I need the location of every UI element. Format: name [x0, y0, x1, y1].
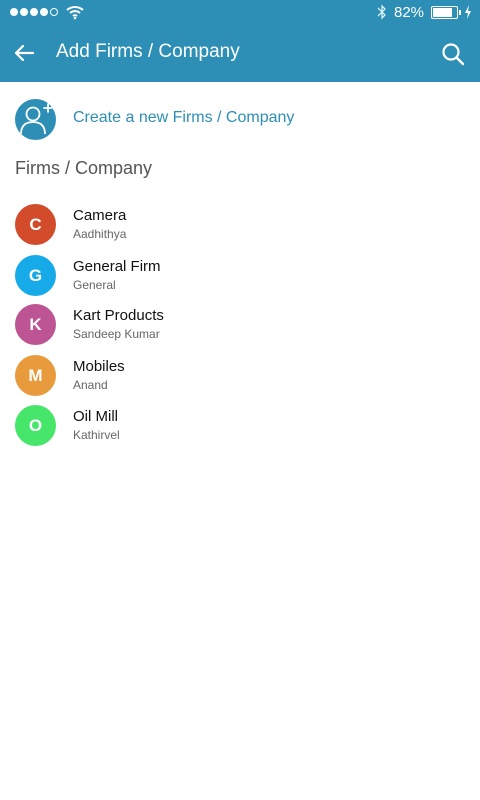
create-firm-button[interactable]: Create a new Firms / Company [0, 96, 480, 140]
firm-owner: Sandeep Kumar [73, 327, 160, 341]
list-item[interactable]: C Camera Aadhithya [0, 204, 480, 248]
battery-percent: 82% [394, 4, 425, 21]
battery-icon [431, 6, 461, 19]
avatar: K [15, 304, 56, 345]
arrow-left-icon [14, 44, 35, 62]
create-firm-label: Create a new Firms / Company [73, 109, 295, 126]
bluetooth-icon [377, 4, 386, 20]
signal-dots-icon [10, 8, 58, 16]
firm-owner: Aadhithya [73, 227, 127, 241]
avatar: G [15, 255, 56, 296]
firm-owner: Anand [73, 378, 108, 392]
firm-name: Kart Products [73, 307, 164, 324]
search-button[interactable] [438, 39, 468, 69]
list-item[interactable]: M Mobiles Anand [0, 355, 480, 399]
firm-name: Camera [73, 207, 127, 224]
page-title: Add Firms / Company [56, 41, 240, 62]
charging-bolt-icon [465, 5, 471, 19]
status-bar: 82% [0, 0, 480, 25]
list-item[interactable]: O Oil Mill Kathirvel [0, 405, 480, 449]
search-icon [442, 43, 465, 66]
firm-owner: Kathirvel [73, 428, 120, 442]
add-user-icon [15, 99, 56, 140]
firm-owner: General [73, 278, 116, 292]
avatar: O [15, 405, 56, 446]
firm-name: General Firm [73, 258, 161, 275]
list-item[interactable]: K Kart Products Sandeep Kumar [0, 304, 480, 348]
firm-name: Oil Mill [73, 408, 118, 425]
firm-name: Mobiles [73, 358, 125, 375]
back-button[interactable] [8, 37, 40, 69]
app-bar: Add Firms / Company [0, 25, 480, 82]
list-item[interactable]: G General Firm General [0, 255, 480, 299]
wifi-icon [66, 6, 84, 20]
avatar: C [15, 204, 56, 245]
section-title: Firms / Company [15, 158, 153, 178]
avatar: M [15, 355, 56, 396]
